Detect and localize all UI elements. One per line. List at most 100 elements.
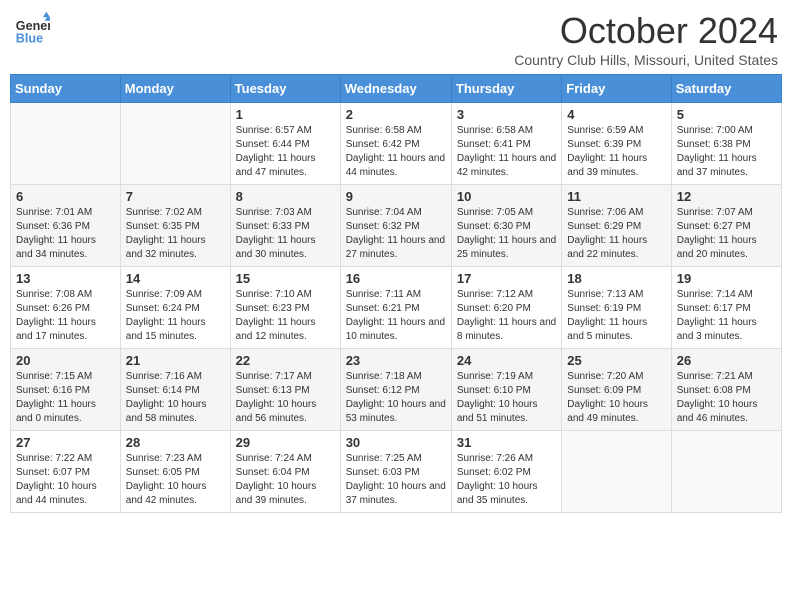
day-number: 29: [236, 435, 335, 450]
calendar-cell: 19 Sunrise: 7:14 AMSunset: 6:17 PMDaylig…: [671, 267, 781, 349]
svg-text:Blue: Blue: [16, 31, 43, 45]
day-info: Sunrise: 7:14 AMSunset: 6:17 PMDaylight:…: [677, 288, 776, 344]
day-number: 8: [236, 189, 335, 204]
day-number: 22: [236, 353, 335, 368]
calendar-cell: 4 Sunrise: 6:59 AMSunset: 6:39 PMDayligh…: [562, 103, 671, 185]
day-number: 25: [567, 353, 665, 368]
header-wednesday: Wednesday: [340, 75, 451, 103]
day-number: 1: [236, 107, 335, 122]
day-number: 4: [567, 107, 665, 122]
calendar-cell: 6 Sunrise: 7:01 AMSunset: 6:36 PMDayligh…: [11, 185, 121, 267]
calendar-cell: [11, 103, 121, 185]
day-info: Sunrise: 6:59 AMSunset: 6:39 PMDaylight:…: [567, 124, 665, 180]
day-info: Sunrise: 7:26 AMSunset: 6:02 PMDaylight:…: [457, 452, 556, 508]
calendar-cell: 10 Sunrise: 7:05 AMSunset: 6:30 PMDaylig…: [451, 185, 561, 267]
header-thursday: Thursday: [451, 75, 561, 103]
day-number: 30: [346, 435, 446, 450]
header-friday: Friday: [562, 75, 671, 103]
day-info: Sunrise: 7:04 AMSunset: 6:32 PMDaylight:…: [346, 206, 446, 262]
header-monday: Monday: [120, 75, 230, 103]
calendar-cell: 13 Sunrise: 7:08 AMSunset: 6:26 PMDaylig…: [11, 267, 121, 349]
day-number: 7: [126, 189, 225, 204]
calendar-cell: 14 Sunrise: 7:09 AMSunset: 6:24 PMDaylig…: [120, 267, 230, 349]
day-info: Sunrise: 7:07 AMSunset: 6:27 PMDaylight:…: [677, 206, 776, 262]
calendar-cell: 24 Sunrise: 7:19 AMSunset: 6:10 PMDaylig…: [451, 349, 561, 431]
day-info: Sunrise: 7:17 AMSunset: 6:13 PMDaylight:…: [236, 370, 335, 426]
calendar-cell: 23 Sunrise: 7:18 AMSunset: 6:12 PMDaylig…: [340, 349, 451, 431]
day-number: 23: [346, 353, 446, 368]
day-number: 18: [567, 271, 665, 286]
day-number: 14: [126, 271, 225, 286]
week-row-2: 6 Sunrise: 7:01 AMSunset: 6:36 PMDayligh…: [11, 185, 782, 267]
day-info: Sunrise: 7:18 AMSunset: 6:12 PMDaylight:…: [346, 370, 446, 426]
day-number: 2: [346, 107, 446, 122]
calendar-cell: 28 Sunrise: 7:23 AMSunset: 6:05 PMDaylig…: [120, 431, 230, 513]
day-info: Sunrise: 7:03 AMSunset: 6:33 PMDaylight:…: [236, 206, 335, 262]
calendar-cell: 22 Sunrise: 7:17 AMSunset: 6:13 PMDaylig…: [230, 349, 340, 431]
day-info: Sunrise: 6:58 AMSunset: 6:42 PMDaylight:…: [346, 124, 446, 180]
calendar-cell: 29 Sunrise: 7:24 AMSunset: 6:04 PMDaylig…: [230, 431, 340, 513]
day-info: Sunrise: 7:05 AMSunset: 6:30 PMDaylight:…: [457, 206, 556, 262]
calendar-cell: 30 Sunrise: 7:25 AMSunset: 6:03 PMDaylig…: [340, 431, 451, 513]
day-info: Sunrise: 7:24 AMSunset: 6:04 PMDaylight:…: [236, 452, 335, 508]
calendar-cell: 1 Sunrise: 6:57 AMSunset: 6:44 PMDayligh…: [230, 103, 340, 185]
header-tuesday: Tuesday: [230, 75, 340, 103]
day-info: Sunrise: 6:58 AMSunset: 6:41 PMDaylight:…: [457, 124, 556, 180]
day-info: Sunrise: 7:11 AMSunset: 6:21 PMDaylight:…: [346, 288, 446, 344]
calendar-cell: 2 Sunrise: 6:58 AMSunset: 6:42 PMDayligh…: [340, 103, 451, 185]
week-row-3: 13 Sunrise: 7:08 AMSunset: 6:26 PMDaylig…: [11, 267, 782, 349]
day-number: 11: [567, 189, 665, 204]
day-info: Sunrise: 7:20 AMSunset: 6:09 PMDaylight:…: [567, 370, 665, 426]
day-info: Sunrise: 7:08 AMSunset: 6:26 PMDaylight:…: [16, 288, 115, 344]
calendar-cell: [562, 431, 671, 513]
day-number: 12: [677, 189, 776, 204]
calendar-cell: 7 Sunrise: 7:02 AMSunset: 6:35 PMDayligh…: [120, 185, 230, 267]
day-info: Sunrise: 7:12 AMSunset: 6:20 PMDaylight:…: [457, 288, 556, 344]
calendar-cell: 31 Sunrise: 7:26 AMSunset: 6:02 PMDaylig…: [451, 431, 561, 513]
week-row-5: 27 Sunrise: 7:22 AMSunset: 6:07 PMDaylig…: [11, 431, 782, 513]
calendar-cell: 17 Sunrise: 7:12 AMSunset: 6:20 PMDaylig…: [451, 267, 561, 349]
day-number: 19: [677, 271, 776, 286]
day-number: 5: [677, 107, 776, 122]
location-subtitle: Country Club Hills, Missouri, United Sta…: [514, 52, 778, 68]
day-number: 10: [457, 189, 556, 204]
calendar-cell: [671, 431, 781, 513]
calendar-cell: 3 Sunrise: 6:58 AMSunset: 6:41 PMDayligh…: [451, 103, 561, 185]
day-info: Sunrise: 7:16 AMSunset: 6:14 PMDaylight:…: [126, 370, 225, 426]
calendar-cell: 27 Sunrise: 7:22 AMSunset: 6:07 PMDaylig…: [11, 431, 121, 513]
title-block: October 2024 Country Club Hills, Missour…: [514, 10, 778, 68]
day-number: 31: [457, 435, 556, 450]
calendar-cell: 20 Sunrise: 7:15 AMSunset: 6:16 PMDaylig…: [11, 349, 121, 431]
day-number: 20: [16, 353, 115, 368]
calendar-cell: 18 Sunrise: 7:13 AMSunset: 6:19 PMDaylig…: [562, 267, 671, 349]
day-info: Sunrise: 6:57 AMSunset: 6:44 PMDaylight:…: [236, 124, 335, 180]
day-info: Sunrise: 7:02 AMSunset: 6:35 PMDaylight:…: [126, 206, 225, 262]
day-info: Sunrise: 7:13 AMSunset: 6:19 PMDaylight:…: [567, 288, 665, 344]
day-number: 28: [126, 435, 225, 450]
day-number: 21: [126, 353, 225, 368]
day-info: Sunrise: 7:19 AMSunset: 6:10 PMDaylight:…: [457, 370, 556, 426]
day-number: 13: [16, 271, 115, 286]
day-info: Sunrise: 7:21 AMSunset: 6:08 PMDaylight:…: [677, 370, 776, 426]
week-row-1: 1 Sunrise: 6:57 AMSunset: 6:44 PMDayligh…: [11, 103, 782, 185]
calendar-cell: 25 Sunrise: 7:20 AMSunset: 6:09 PMDaylig…: [562, 349, 671, 431]
day-number: 24: [457, 353, 556, 368]
calendar-cell: 12 Sunrise: 7:07 AMSunset: 6:27 PMDaylig…: [671, 185, 781, 267]
day-info: Sunrise: 7:06 AMSunset: 6:29 PMDaylight:…: [567, 206, 665, 262]
day-info: Sunrise: 7:01 AMSunset: 6:36 PMDaylight:…: [16, 206, 115, 262]
day-info: Sunrise: 7:23 AMSunset: 6:05 PMDaylight:…: [126, 452, 225, 508]
day-number: 6: [16, 189, 115, 204]
day-number: 16: [346, 271, 446, 286]
day-number: 27: [16, 435, 115, 450]
day-info: Sunrise: 7:15 AMSunset: 6:16 PMDaylight:…: [16, 370, 115, 426]
header-saturday: Saturday: [671, 75, 781, 103]
day-number: 26: [677, 353, 776, 368]
day-number: 15: [236, 271, 335, 286]
calendar-cell: 21 Sunrise: 7:16 AMSunset: 6:14 PMDaylig…: [120, 349, 230, 431]
logo: General Blue: [14, 10, 50, 46]
day-number: 17: [457, 271, 556, 286]
logo-icon: General Blue: [14, 10, 50, 46]
calendar-cell: 15 Sunrise: 7:10 AMSunset: 6:23 PMDaylig…: [230, 267, 340, 349]
calendar-cell: 11 Sunrise: 7:06 AMSunset: 6:29 PMDaylig…: [562, 185, 671, 267]
calendar-cell: 9 Sunrise: 7:04 AMSunset: 6:32 PMDayligh…: [340, 185, 451, 267]
